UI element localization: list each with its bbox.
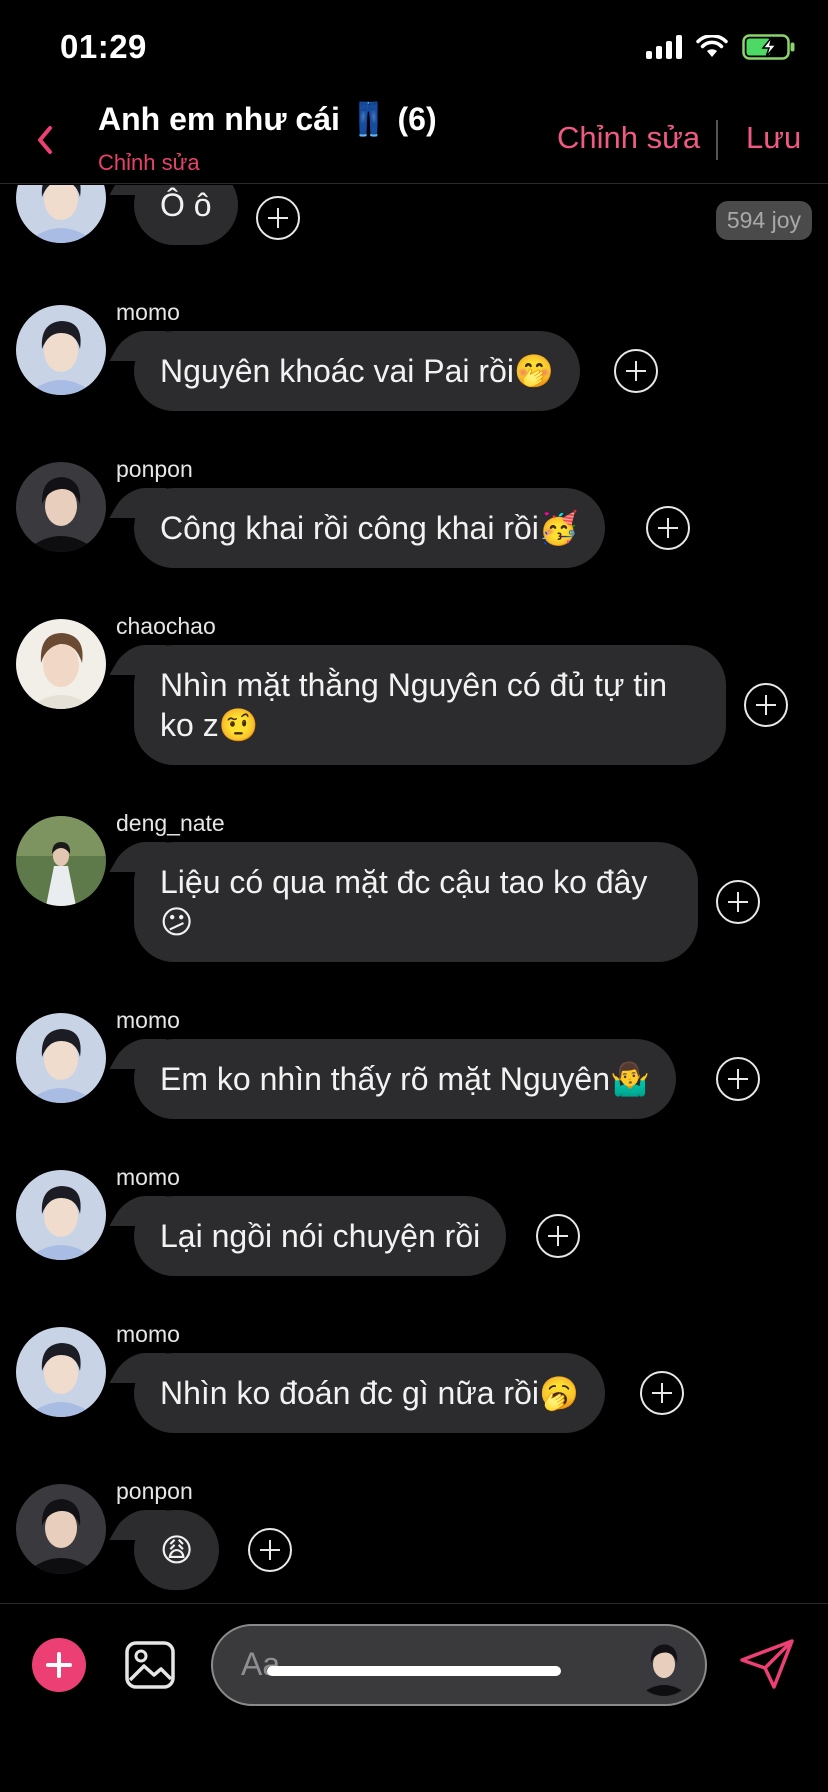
status-bar: 01:29 xyxy=(0,0,828,96)
message-text: Liệu có qua mặt đc cậu tao ko đây xyxy=(160,864,648,900)
avatar[interactable] xyxy=(16,1484,106,1574)
avatar[interactable] xyxy=(16,462,106,552)
message-username: deng_nate xyxy=(116,810,225,836)
image-icon xyxy=(125,1641,175,1689)
battery-charging-icon xyxy=(742,34,796,60)
avatar[interactable] xyxy=(16,1013,106,1103)
wifi-icon xyxy=(696,35,728,59)
message-bubble[interactable]: Nhìn ko đoán đc gì nữa rồi🥱 xyxy=(134,1353,605,1433)
chat-title[interactable]: Anh em như cái 👖 (6) xyxy=(98,100,437,138)
home-indicator[interactable] xyxy=(267,1666,561,1676)
message-input-placeholder: Aa xyxy=(241,1646,281,1682)
message-emoji: 🤭 xyxy=(513,352,554,390)
message-username: momo xyxy=(116,1164,180,1190)
avatar[interactable] xyxy=(16,619,106,709)
message-text: Lại ngồi nói chuyện rồi xyxy=(160,1218,481,1254)
message-username: ponpon xyxy=(116,1478,193,1504)
message-username: momo xyxy=(116,1321,180,1347)
message-emoji: 😩 xyxy=(160,1531,194,1569)
add-reaction-button[interactable] xyxy=(614,349,658,393)
message-emoji: 🤨 xyxy=(218,706,259,744)
edit-button[interactable]: Chỉnh sửa xyxy=(557,120,700,156)
more-options-button[interactable] xyxy=(32,1638,86,1692)
message-text: Em ko nhìn thấy rõ mặt Nguyên xyxy=(160,1061,610,1097)
joy-count-badge: 594 joy xyxy=(715,201,812,240)
message-emoji: 🤷‍♂️ xyxy=(610,1060,650,1098)
send-button[interactable] xyxy=(738,1638,796,1690)
add-reaction-button[interactable] xyxy=(716,880,760,924)
avatar[interactable] xyxy=(16,1170,106,1260)
message-emoji: 😕 xyxy=(160,903,194,941)
message-bubble[interactable]: Nguyên khoác vai Pai rồi🤭 xyxy=(134,331,580,411)
message-emoji: 🥱 xyxy=(538,1374,579,1412)
message-text: Công khai rồi công khai rồi xyxy=(160,510,539,546)
avatar[interactable] xyxy=(16,1327,106,1417)
sticker-avatar-button[interactable] xyxy=(633,1634,695,1696)
message-input[interactable]: Aa xyxy=(211,1624,707,1706)
header-divider xyxy=(716,120,718,160)
chat-header: Anh em như cái 👖 (6) Chỉnh sửa Chỉnh sửa… xyxy=(0,96,828,184)
add-reaction-button[interactable] xyxy=(536,1214,580,1258)
message-username: ponpon xyxy=(116,456,193,482)
avatar[interactable] xyxy=(16,305,106,395)
message-composer: Aa xyxy=(0,1603,828,1792)
message-emoji: 🥳 xyxy=(538,509,579,547)
add-reaction-button[interactable] xyxy=(640,1371,684,1415)
image-picker-button[interactable] xyxy=(124,1640,176,1690)
message-bubble[interactable]: 😩 xyxy=(134,1510,220,1590)
chevron-left-icon xyxy=(38,126,52,154)
add-reaction-button[interactable] xyxy=(744,683,788,727)
back-button[interactable] xyxy=(30,118,60,162)
message-text: Ô ô xyxy=(160,187,212,223)
message-list[interactable]: 594 joy Ô ô momo Nguyên khoác vai Pai rồ… xyxy=(0,185,828,1603)
add-reaction-button[interactable] xyxy=(256,196,300,240)
save-button[interactable]: Lưu xyxy=(746,120,801,156)
message-bubble[interactable]: Nhìn mặt thằng Nguyên có đủ tự tin ko z🤨 xyxy=(134,645,726,765)
avatar[interactable] xyxy=(16,185,106,243)
add-reaction-button[interactable] xyxy=(716,1057,760,1101)
chat-subtitle[interactable]: Chỉnh sửa xyxy=(98,150,200,176)
add-reaction-button[interactable] xyxy=(248,1528,292,1572)
message-text: Nguyên khoác vai Pai rồi xyxy=(160,353,514,389)
message-bubble[interactable]: Công khai rồi công khai rồi🥳 xyxy=(134,488,605,568)
add-reaction-button[interactable] xyxy=(646,506,690,550)
status-icons xyxy=(646,34,796,60)
message-bubble[interactable]: Ô ô xyxy=(134,185,238,245)
message-username: chaochao xyxy=(116,613,216,639)
send-icon xyxy=(740,1639,794,1689)
message-username: momo xyxy=(116,299,180,325)
signal-icon xyxy=(646,35,682,59)
message-username: momo xyxy=(116,1007,180,1033)
avatar[interactable] xyxy=(16,816,106,906)
status-time: 01:29 xyxy=(60,28,147,65)
message-text: Nhìn ko đoán đc gì nữa rồi xyxy=(160,1375,539,1411)
message-bubble[interactable]: Liệu có qua mặt đc cậu tao ko đây 😕 xyxy=(134,842,698,962)
message-bubble[interactable]: Lại ngồi nói chuyện rồi xyxy=(134,1196,507,1276)
message-bubble[interactable]: Em ko nhìn thấy rõ mặt Nguyên🤷‍♂️ xyxy=(134,1039,676,1119)
